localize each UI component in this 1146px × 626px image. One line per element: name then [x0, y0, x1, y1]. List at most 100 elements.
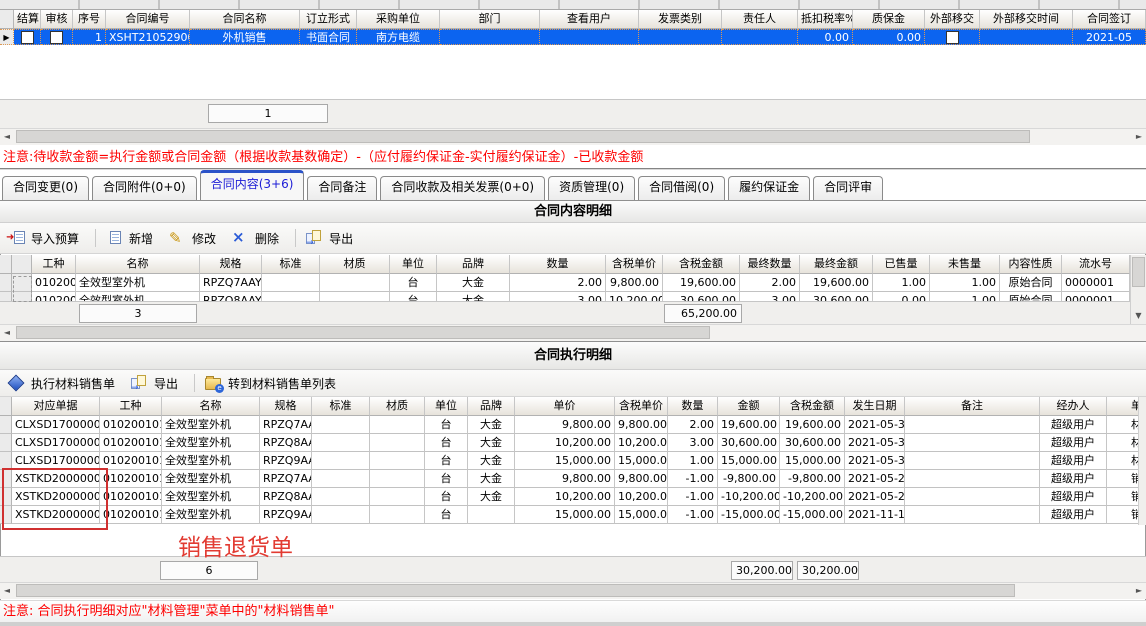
table-cell[interactable]: 2021-05-31	[845, 452, 905, 470]
column-header[interactable]: 采购单位	[357, 10, 440, 29]
table-cell[interactable]	[905, 452, 1040, 470]
column-header[interactable]: 标准	[262, 255, 320, 274]
table-cell[interactable]: 0102001019	[100, 506, 162, 524]
删除-button[interactable]: ×删除	[232, 230, 279, 247]
table-cell[interactable]: -10,200.00	[780, 488, 845, 506]
table-cell[interactable]: 1.00	[930, 274, 1000, 292]
column-header[interactable]: 材质	[320, 255, 390, 274]
exec-row-count-box[interactable]: 6	[160, 561, 258, 580]
table-row[interactable]: 01020010全效型室外机RPZQ7AAY (台大金2.009,800.001…	[0, 274, 1130, 292]
table-cell[interactable]: 全效型室外机	[162, 452, 260, 470]
table-cell[interactable]: 2021-05-29	[845, 470, 905, 488]
column-header[interactable]: 审核	[41, 10, 73, 29]
tab-item[interactable]: 合同附件(0+0)	[92, 176, 197, 200]
tab-item[interactable]: 合同变更(0)	[2, 176, 89, 200]
table-cell[interactable]	[905, 416, 1040, 434]
table-cell[interactable]: 大金	[437, 292, 510, 301]
column-header[interactable]: 序号	[73, 10, 106, 29]
table-cell[interactable]: 19,600.00	[780, 416, 845, 434]
column-header[interactable]: 部门	[440, 10, 540, 29]
table-cell[interactable]: 0000001	[1062, 274, 1130, 292]
table-cell[interactable]	[262, 274, 320, 292]
table-cell[interactable]: -10,200.00	[718, 488, 780, 506]
table-cell[interactable]: 全效型室外机	[162, 470, 260, 488]
table-cell[interactable]: 全效型室外机	[162, 488, 260, 506]
checkbox[interactable]	[946, 31, 959, 44]
table-cell[interactable]: 2021-05	[1073, 29, 1146, 45]
table-cell[interactable]: 大金	[437, 274, 510, 292]
table-cell[interactable]: 超级用户	[1040, 506, 1107, 524]
column-header[interactable]: 责任人	[722, 10, 798, 29]
column-header[interactable]: 备注	[905, 397, 1040, 416]
table-cell[interactable]	[312, 488, 370, 506]
table-cell[interactable]: 台	[390, 274, 437, 292]
table-cell[interactable]: 台	[425, 416, 468, 434]
table-cell[interactable]: 1.00	[668, 452, 718, 470]
table-cell[interactable]	[722, 29, 798, 45]
table-cell[interactable]: 台	[425, 506, 468, 524]
checkbox[interactable]	[50, 31, 63, 44]
column-header[interactable]: 发生日期	[845, 397, 905, 416]
tab-item[interactable]: 履约保证金	[728, 176, 810, 200]
column-header[interactable]: 订立形式	[300, 10, 357, 29]
table-cell[interactable]	[925, 29, 980, 45]
table-cell[interactable]: 15,000.00	[718, 452, 780, 470]
column-header[interactable]: 工种	[32, 255, 76, 274]
column-header[interactable]: 规格	[200, 255, 262, 274]
table-cell[interactable]: 1.00	[930, 292, 1000, 301]
column-header[interactable]: 品牌	[437, 255, 510, 274]
table-cell[interactable]	[370, 470, 425, 488]
table-cell[interactable]: 大金	[468, 488, 515, 506]
table-cell[interactable]: 2.00	[510, 274, 606, 292]
table-cell[interactable]: 0102001017	[100, 416, 162, 434]
table-cell[interactable]: RPZQ8AAY	[260, 434, 312, 452]
table-cell[interactable]: 9,800.00	[615, 416, 668, 434]
table-cell[interactable]	[639, 29, 722, 45]
table-cell[interactable]: 超级用户	[1040, 470, 1107, 488]
content-row-count-box[interactable]: 3	[79, 304, 197, 323]
table-cell[interactable]: CLXSD170000010	[12, 416, 100, 434]
tab-item[interactable]: 合同备注	[307, 176, 377, 200]
table-cell[interactable]: 01020010	[32, 292, 76, 301]
tab-item[interactable]: 合同借阅(0)	[638, 176, 725, 200]
table-cell[interactable]: 全效型室外机	[162, 416, 260, 434]
column-header[interactable]: 发票类别	[639, 10, 722, 29]
column-header[interactable]: 未售量	[930, 255, 1000, 274]
table-cell[interactable]: 3.00	[510, 292, 606, 301]
table-cell[interactable]: 南方电缆	[357, 29, 440, 45]
table-cell[interactable]	[370, 452, 425, 470]
执行材料销售单-button[interactable]: 执行材料销售单	[8, 375, 115, 392]
导入预算-button[interactable]: ➜导入预算	[8, 230, 79, 247]
table-cell[interactable]	[312, 416, 370, 434]
table-cell[interactable]: 0102001018	[100, 434, 162, 452]
table-cell[interactable]: 15,000.00	[515, 506, 615, 524]
table-cell[interactable]: 2021-05-31	[845, 434, 905, 452]
table-cell[interactable]: 2021-11-10	[845, 506, 905, 524]
scrollbar-thumb[interactable]	[16, 130, 1030, 143]
scroll-right-icon[interactable]: ►	[1132, 584, 1146, 598]
table-cell[interactable]: 9,800.00	[515, 416, 615, 434]
table-cell[interactable]: 全效型室外机	[76, 274, 200, 292]
table-cell[interactable]	[312, 434, 370, 452]
table-cell[interactable]: 2021-05-31	[845, 416, 905, 434]
table-cell[interactable]: 2.00	[740, 274, 800, 292]
table-cell[interactable]	[440, 29, 540, 45]
table-cell[interactable]: 原始合同	[1000, 274, 1062, 292]
scrollbar-thumb[interactable]	[1132, 257, 1145, 287]
table-cell[interactable]	[320, 274, 390, 292]
table-cell[interactable]: 2021-05-29	[845, 488, 905, 506]
table-row[interactable]: ▶1XSHT210529001外机销售书面合同南方电缆0.000.002021-…	[0, 29, 1146, 45]
table-cell[interactable]: -9,800.00	[718, 470, 780, 488]
tab-active[interactable]: 合同内容(3+6)	[200, 170, 305, 200]
转到材料销售单列表-button[interactable]: e转到材料销售单列表	[205, 375, 336, 392]
column-header[interactable]: 数量	[510, 255, 606, 274]
column-header[interactable]: 材质	[370, 397, 425, 416]
table-cell[interactable]: 大金	[468, 434, 515, 452]
table-cell[interactable]: RPZQ9AAY	[260, 506, 312, 524]
table-cell[interactable]: 超级用户	[1040, 452, 1107, 470]
table-cell[interactable]: 19,600.00	[718, 416, 780, 434]
column-header[interactable]: 经办人	[1040, 397, 1107, 416]
新增-button[interactable]: 新增	[106, 230, 153, 247]
table-cell[interactable]: 超级用户	[1040, 416, 1107, 434]
table-cell[interactable]: 0.00	[798, 29, 853, 45]
